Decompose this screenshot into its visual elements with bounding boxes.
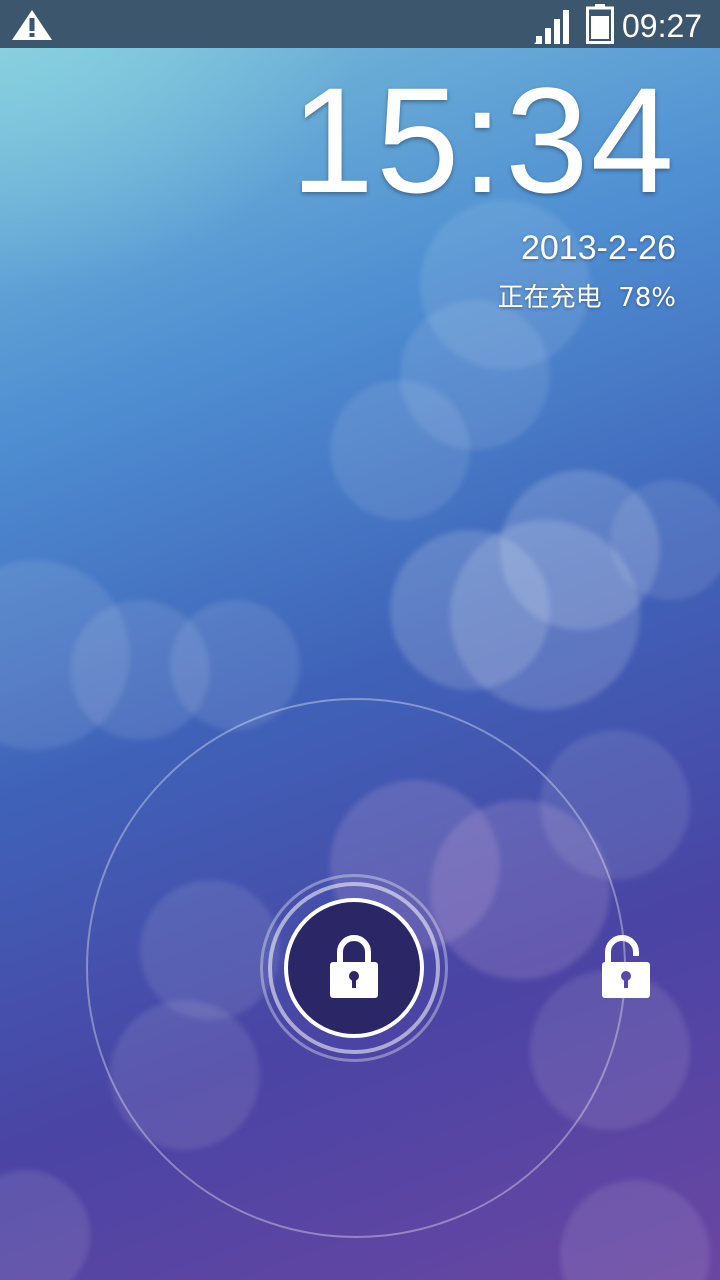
warning-icon[interactable]	[10, 8, 54, 42]
lockscreen-date: 2013-2-26	[520, 229, 676, 267]
unlock-icon[interactable]	[598, 932, 654, 1002]
lock-icon	[330, 935, 378, 998]
status-time: 09:27	[622, 8, 703, 44]
charging-status: 正在充电 78%	[497, 283, 676, 313]
lockscreen-clock: 15:34	[290, 56, 676, 224]
signal-icon	[534, 10, 569, 44]
battery-icon	[586, 4, 614, 44]
status-bar: 09:27	[0, 0, 720, 48]
